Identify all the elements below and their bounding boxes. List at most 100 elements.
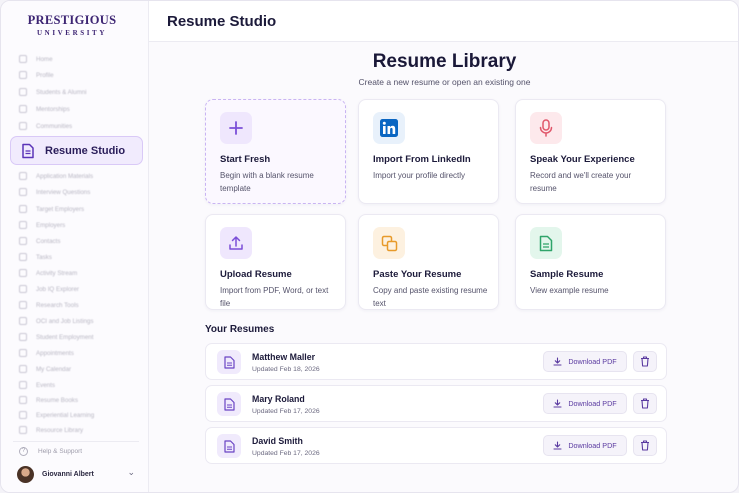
- logo-line2: UNIVERSITY: [37, 29, 107, 37]
- sidebar-item-resource-library[interactable]: Resource Library: [19, 423, 83, 437]
- resume-row[interactable]: David Smith Updated Feb 17, 2026 Downloa…: [205, 427, 667, 464]
- user-name: Giovanni Albert: [42, 470, 94, 478]
- sidebar-item-contacts[interactable]: Contacts: [19, 234, 60, 248]
- sidebar-item-activity-stream[interactable]: Activity Stream: [19, 266, 77, 280]
- sidebar-item-label: Resume Books: [36, 396, 78, 404]
- sidebar-item-label: Students & Alumni: [36, 88, 87, 96]
- sidebar-item-students-alumni[interactable]: Students & Alumni: [19, 85, 87, 99]
- speak-experience-card[interactable]: Speak Your Experience Record and we'll c…: [515, 99, 666, 204]
- sidebar-item-label: Interview Questions: [36, 188, 91, 196]
- sidebar-item-label: Home: [36, 55, 53, 63]
- logo-line1: PRESTIGIOUS: [27, 13, 117, 27]
- card-title: Speak Your Experience: [530, 154, 635, 165]
- building-icon: [19, 221, 27, 229]
- card-title: Import From LinkedIn: [373, 154, 471, 165]
- sidebar-item-oci-job-listings[interactable]: OCI and Job Listings: [19, 314, 93, 328]
- sidebar-item-events[interactable]: Events: [19, 378, 55, 392]
- sidebar-item-employers[interactable]: Employers: [19, 218, 65, 232]
- document-icon: [217, 392, 241, 416]
- resume-updated-date: Updated Feb 17, 2026: [252, 450, 320, 457]
- microphone-icon: [530, 112, 562, 144]
- sidebar-item-home[interactable]: Home: [19, 52, 53, 66]
- resume-row[interactable]: Matthew Maller Updated Feb 18, 2026 Down…: [205, 343, 667, 380]
- sidebar-item-my-calendar[interactable]: My Calendar: [19, 362, 71, 376]
- sidebar-item-profile[interactable]: Profile: [19, 68, 54, 82]
- trash-icon: [641, 356, 649, 367]
- sidebar-item-student-employment[interactable]: Student Employment: [19, 330, 93, 344]
- page-title: Resume Studio: [167, 13, 277, 30]
- sidebar-item-label: Application Materials: [36, 172, 94, 180]
- card-title: Upload Resume: [220, 269, 292, 280]
- download-icon: [553, 399, 562, 408]
- check-icon: [19, 253, 27, 261]
- delete-button[interactable]: [633, 351, 657, 372]
- users-icon: [19, 88, 27, 96]
- sidebar-item-interview-questions[interactable]: Interview Questions: [19, 185, 90, 199]
- chevron-down-icon[interactable]: ⌄: [127, 467, 135, 478]
- sidebar-item-label: Tasks: [36, 253, 52, 261]
- sidebar-item-appointments[interactable]: Appointments: [19, 346, 74, 360]
- card-description: View example resume: [530, 286, 609, 295]
- download-pdf-button[interactable]: Download PDF: [543, 351, 627, 372]
- import-linkedin-card[interactable]: Import From LinkedIn Import your profile…: [358, 99, 499, 204]
- sample-resume-card[interactable]: Sample Resume View example resume: [515, 214, 666, 310]
- trash-icon: [641, 440, 649, 451]
- your-resumes-heading: Your Resumes: [205, 324, 275, 335]
- paste-resume-card[interactable]: Paste Your Resume Copy and paste existin…: [358, 214, 499, 310]
- avatar: [17, 465, 34, 483]
- user-menu[interactable]: Giovanni Albert ⌄: [17, 464, 139, 484]
- star-icon: [19, 381, 27, 389]
- document-icon: [217, 434, 241, 458]
- top-header: Resume Studio: [149, 1, 738, 42]
- resume-name: Matthew Maller: [252, 352, 316, 362]
- sidebar-item-label: Activity Stream: [36, 269, 78, 277]
- delete-button[interactable]: [633, 393, 657, 414]
- card-description: Begin with a blank resume template: [220, 171, 314, 193]
- library-title: Resume Library: [372, 51, 517, 72]
- sidebar-item-mentorships[interactable]: Mentorships: [19, 102, 70, 116]
- sidebar-item-communities[interactable]: Communities: [19, 119, 72, 133]
- sidebar-item-resume-books[interactable]: Resume Books: [19, 393, 78, 407]
- sidebar-item-experiential-learning[interactable]: Experiential Learning: [19, 408, 94, 422]
- library-subtitle: Create a new resume or open an existing …: [358, 77, 531, 87]
- university-logo[interactable]: PRESTIGIOUS UNIVERSITY: [1, 13, 143, 37]
- sidebar-item-resume-studio[interactable]: Resume Studio: [10, 136, 143, 165]
- list-icon: [19, 317, 27, 325]
- card-title: Paste Your Resume: [373, 269, 462, 280]
- folder-icon: [19, 172, 27, 180]
- document-icon: [22, 143, 34, 158]
- resume-name: Mary Roland: [252, 394, 305, 404]
- contacts-icon: [19, 237, 27, 245]
- help-support-link[interactable]: ? Help & Support: [19, 447, 82, 456]
- download-label: Download PDF: [568, 357, 617, 366]
- card-description: Import your profile directly: [373, 171, 466, 180]
- sidebar-item-target-employers[interactable]: Target Employers: [19, 202, 84, 216]
- search-icon: [19, 301, 27, 309]
- sidebar-divider: [13, 441, 139, 442]
- sidebar-item-label: Target Employers: [36, 205, 85, 213]
- help-icon: ?: [19, 447, 28, 456]
- download-pdf-button[interactable]: Download PDF: [543, 435, 627, 456]
- download-icon: [553, 441, 562, 450]
- sidebar-item-label: Resume Studio: [45, 144, 126, 157]
- sidebar-item-application-materials[interactable]: Application Materials: [19, 169, 93, 183]
- sidebar-item-label: Appointments: [36, 349, 74, 357]
- sidebar-item-label: Contacts: [36, 237, 61, 245]
- user-icon: [19, 71, 27, 79]
- start-fresh-card[interactable]: Start Fresh Begin with a blank resume te…: [205, 99, 346, 204]
- file-text-icon: [530, 227, 562, 259]
- resume-updated-date: Updated Feb 18, 2026: [252, 366, 320, 373]
- upload-resume-card[interactable]: Upload Resume Import from PDF, Word, or …: [205, 214, 346, 310]
- sidebar-item-research-tools[interactable]: Research Tools: [19, 298, 79, 312]
- resume-row[interactable]: Mary Roland Updated Feb 17, 2026 Downloa…: [205, 385, 667, 422]
- sidebar-item-label: OCI and Job Listings: [36, 317, 94, 325]
- home-icon: [19, 55, 27, 63]
- activity-icon: [19, 269, 27, 277]
- card-description: Import from PDF, Word, or text file: [220, 286, 329, 308]
- download-pdf-button[interactable]: Download PDF: [543, 393, 627, 414]
- document-icon: [217, 350, 241, 374]
- sidebar-item-label: Employers: [36, 221, 66, 229]
- delete-button[interactable]: [633, 435, 657, 456]
- sidebar-item-tasks[interactable]: Tasks: [19, 250, 52, 264]
- sidebar-item-job-iq-explorer[interactable]: Job IQ Explorer: [19, 282, 79, 296]
